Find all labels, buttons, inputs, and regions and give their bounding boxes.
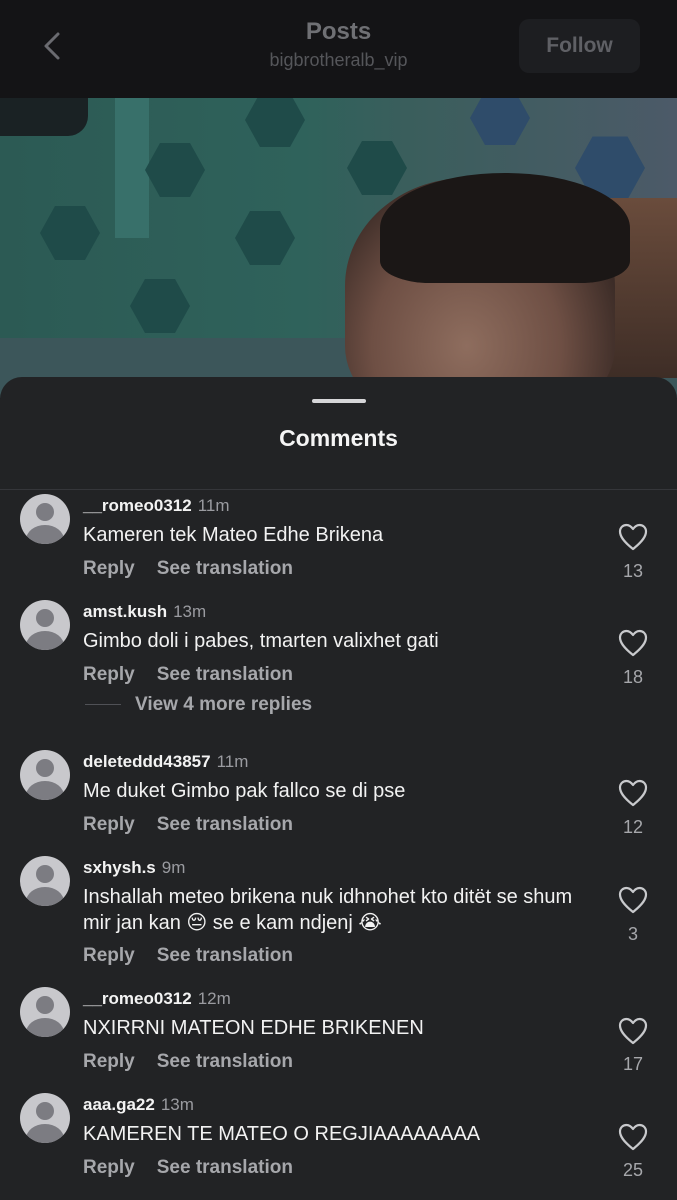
avatar[interactable]: [20, 494, 70, 544]
comment-actions: Reply See translation: [83, 1157, 293, 1179]
comment-text: Me duket Gimbo pak fallco se di pse: [83, 780, 406, 802]
heart-icon[interactable]: [618, 629, 648, 657]
comment-time: 12m: [197, 989, 231, 1008]
heart-icon[interactable]: [618, 886, 648, 914]
wall-hexagon: [235, 211, 295, 265]
camera-object: [0, 98, 88, 136]
comment-actions: Reply See translation: [83, 664, 293, 686]
avatar[interactable]: [20, 987, 70, 1037]
comment-meta: aaa.ga22 13m: [83, 1095, 194, 1115]
avatar[interactable]: [20, 1093, 70, 1143]
sheet-drag-handle[interactable]: [312, 399, 366, 403]
comment-text: KAMEREN TE MATEO O REGJIAAAAAAAA: [83, 1123, 481, 1145]
post-media: [0, 98, 677, 398]
like-count: 13: [622, 561, 644, 581]
reply-button[interactable]: Reply: [83, 1157, 135, 1178]
see-translation-button[interactable]: See translation: [157, 1051, 293, 1072]
wall-pole: [115, 98, 149, 238]
heart-icon[interactable]: [618, 779, 648, 807]
comment-meta: deleteddd43857 11m: [83, 752, 248, 772]
comment-time: 9m: [161, 858, 186, 877]
comment-text: Inshallah meteo brikena nuk idhnohet kto…: [83, 886, 573, 934]
top-bar: Posts bigbrotheralb_vip Follow: [0, 0, 677, 98]
comment-text: NXIRRNI MATEON EDHE BRIKENEN: [83, 1017, 424, 1039]
comment-meta: __romeo0312 12m: [83, 989, 231, 1009]
comment-username[interactable]: deleteddd43857: [83, 752, 211, 771]
comment-username[interactable]: sxhysh.s: [83, 858, 156, 877]
person-hair: [380, 173, 630, 283]
comment-meta: sxhysh.s 9m: [83, 858, 185, 878]
comment-actions: Reply See translation: [83, 814, 293, 836]
like-count: 25: [622, 1160, 644, 1180]
wall-hexagon: [130, 279, 190, 333]
like-count: 18: [622, 667, 644, 687]
like-count: 17: [622, 1054, 644, 1074]
view-more-replies[interactable]: View 4 more replies: [85, 694, 312, 716]
comment-username[interactable]: __romeo0312: [83, 989, 192, 1008]
replies-line: [85, 704, 121, 706]
see-translation-button[interactable]: See translation: [157, 814, 293, 835]
follow-button[interactable]: Follow: [519, 19, 640, 73]
comment-actions: Reply See translation: [83, 945, 293, 967]
heart-icon[interactable]: [618, 1017, 648, 1045]
heart-icon[interactable]: [618, 1123, 648, 1151]
comment-text: Gimbo doli i pabes, tmarten valixhet gat…: [83, 630, 439, 652]
wall-hexagon: [347, 141, 407, 195]
reply-button[interactable]: Reply: [83, 664, 135, 685]
see-translation-button[interactable]: See translation: [157, 1157, 293, 1178]
reply-button[interactable]: Reply: [83, 814, 135, 835]
wall-hexagon: [470, 98, 530, 145]
divider: [0, 489, 677, 490]
reply-button[interactable]: Reply: [83, 1051, 135, 1072]
reply-button[interactable]: Reply: [83, 945, 135, 966]
reply-button[interactable]: Reply: [83, 558, 135, 579]
like-count: 3: [627, 924, 638, 944]
comment-meta: amst.kush 13m: [83, 602, 206, 622]
heart-icon[interactable]: [618, 523, 648, 551]
wall-hexagon: [145, 143, 205, 197]
avatar[interactable]: [20, 750, 70, 800]
comment-meta: __romeo0312 11m: [83, 496, 230, 516]
comment-username[interactable]: aaa.ga22: [83, 1095, 155, 1114]
view-more-replies-label[interactable]: View 4 more replies: [135, 694, 312, 715]
avatar[interactable]: [20, 600, 70, 650]
wall-hexagon: [245, 98, 305, 147]
see-translation-button[interactable]: See translation: [157, 945, 293, 966]
comment-time: 11m: [197, 496, 230, 515]
comment-actions: Reply See translation: [83, 1051, 293, 1073]
comments-title: Comments: [279, 425, 398, 451]
comment-time: 13m: [173, 602, 207, 621]
comment-time: 13m: [160, 1095, 194, 1114]
comment-actions: Reply See translation: [83, 558, 293, 580]
wall-hexagon: [40, 206, 100, 260]
comment-time: 11m: [216, 752, 249, 771]
like-count: 12: [622, 817, 644, 837]
avatar[interactable]: [20, 856, 70, 906]
comment-username[interactable]: __romeo0312: [83, 496, 192, 515]
see-translation-button[interactable]: See translation: [157, 558, 293, 579]
comment-username[interactable]: amst.kush: [83, 602, 167, 621]
comment-text: Kameren tek Mateo Edhe Brikena: [83, 524, 384, 546]
see-translation-button[interactable]: See translation: [157, 664, 293, 685]
